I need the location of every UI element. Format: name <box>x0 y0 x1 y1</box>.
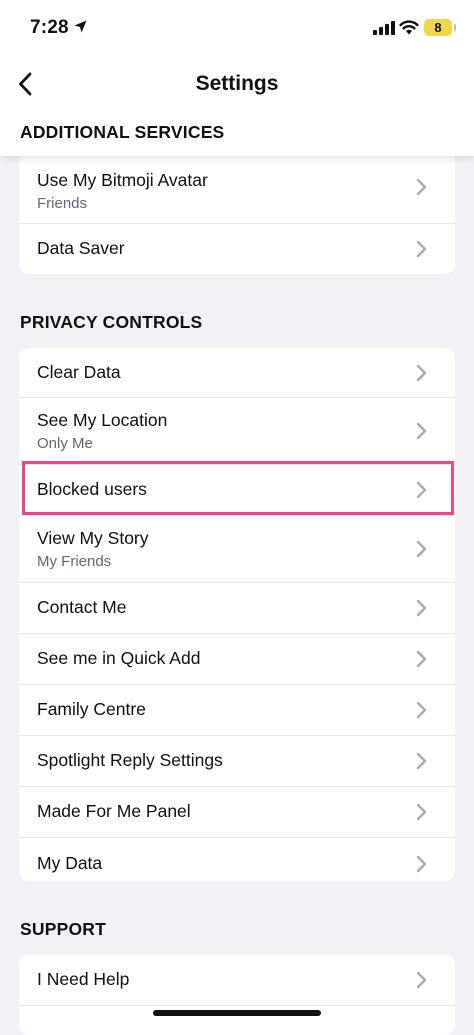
row-label: Use My Bitmoji Avatar <box>37 170 208 190</box>
row-my-data[interactable]: My Data <box>19 837 455 881</box>
chevron-right-icon <box>416 178 427 195</box>
chevron-right-icon <box>416 240 427 258</box>
top-bar: 7:28 8 Settings ADDITIONAL SERVICES <box>0 0 474 156</box>
chevron-right-icon <box>416 803 427 821</box>
row-label: I Need Help <box>37 969 130 989</box>
row-view-my-story[interactable]: View My Story My Friends <box>19 515 455 582</box>
additional-services-card: Use My Bitmoji Avatar Friends Data Saver <box>19 150 455 274</box>
battery-icon: 8 <box>424 19 456 36</box>
row-label: See me in Quick Add <box>37 648 201 668</box>
row-sublabel: My Friends <box>37 553 112 570</box>
home-indicator <box>153 1010 321 1016</box>
row-clear-data[interactable]: Clear Data <box>19 348 455 397</box>
row-label: Made For Me Panel <box>37 801 191 821</box>
chevron-right-icon <box>416 971 427 989</box>
chevron-right-icon <box>416 701 427 719</box>
row-spotlight-reply-settings[interactable]: Spotlight Reply Settings <box>19 735 455 786</box>
page-title: Settings <box>195 72 279 95</box>
row-label: Family Centre <box>37 699 146 719</box>
location-arrow-icon <box>74 20 87 33</box>
row-sublabel: Friends <box>37 195 88 212</box>
chevron-right-icon <box>416 364 427 381</box>
row-see-my-location[interactable]: See My Location Only Me <box>19 397 455 464</box>
chevron-right-icon <box>416 422 427 440</box>
cellular-signal-icon <box>373 21 395 35</box>
chevron-right-icon <box>416 752 427 770</box>
chevron-right-icon <box>416 855 427 873</box>
row-label: See My Location <box>37 410 168 430</box>
row-contact-me[interactable]: Contact Me <box>19 582 455 633</box>
support-card: I Need Help <box>19 955 455 1035</box>
row-bitmoji-avatar[interactable]: Use My Bitmoji Avatar Friends <box>19 150 455 223</box>
row-label: Contact Me <box>37 597 127 617</box>
row-sublabel: Only Me <box>37 435 93 452</box>
section-header-privacy-controls: PRIVACY CONTROLS <box>20 312 203 332</box>
status-time: 7:28 <box>30 17 69 38</box>
wifi-icon <box>399 20 419 35</box>
row-family-centre[interactable]: Family Centre <box>19 684 455 735</box>
row-i-need-help[interactable]: I Need Help <box>19 955 455 1005</box>
row-quick-add[interactable]: See me in Quick Add <box>19 633 455 684</box>
row-label: My Data <box>37 853 103 873</box>
section-header-additional-services: ADDITIONAL SERVICES <box>20 122 225 142</box>
blocked-users-highlight <box>22 461 454 515</box>
privacy-controls-card: Clear Data See My Location Only Me Block… <box>19 348 455 881</box>
row-label: Clear Data <box>37 362 121 382</box>
chevron-right-icon <box>416 650 427 668</box>
chevron-right-icon <box>416 540 427 558</box>
row-label: Spotlight Reply Settings <box>37 750 223 770</box>
chevron-right-icon <box>416 599 427 617</box>
row-made-for-me-panel[interactable]: Made For Me Panel <box>19 786 455 837</box>
row-data-saver[interactable]: Data Saver <box>19 223 455 274</box>
row-label: Data Saver <box>37 238 125 258</box>
section-header-support: SUPPORT <box>20 919 106 939</box>
row-label: View My Story <box>37 528 149 548</box>
